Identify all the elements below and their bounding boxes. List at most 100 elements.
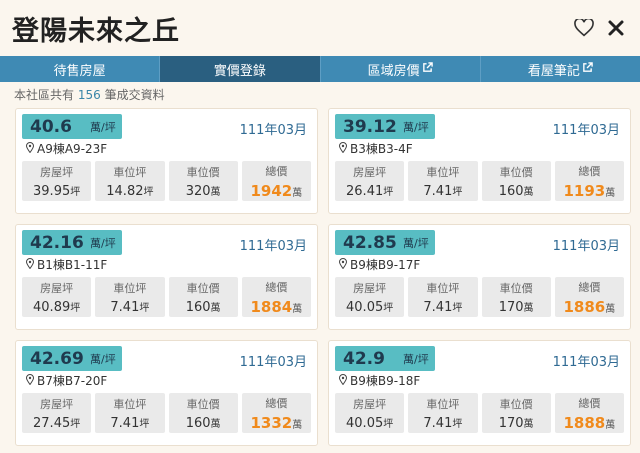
stat-label: 車位價 xyxy=(186,281,220,295)
stat-total-price: 總價 1886萬 xyxy=(554,277,624,317)
stat-value: 39.95坪 xyxy=(33,183,80,199)
heart-icon[interactable] xyxy=(572,16,596,40)
transaction-card[interactable]: 39.12 萬/坪 111年03月 B3棟B3-4F 房屋坪 26.41坪 車位… xyxy=(328,108,631,214)
unit-label: 萬 xyxy=(210,186,221,198)
location-text: B9棟B9-18F xyxy=(350,374,421,388)
total-price-value: 1884 xyxy=(250,297,293,316)
total-price-value: 1942 xyxy=(250,181,293,200)
stats-row: 房屋坪 40.05坪 車位坪 7.41坪 車位價 170萬 總價 1886萬 xyxy=(335,277,624,317)
price-row: 42.9 萬/坪 111年03月 xyxy=(335,346,624,371)
total-price-value: 1886 xyxy=(563,297,606,316)
house-area-value: 40.05 xyxy=(346,415,384,431)
transaction-card[interactable]: 42.9 萬/坪 111年03月 B9棟B9-18F 房屋坪 40.05坪 車位… xyxy=(328,340,631,446)
location-pin-icon xyxy=(338,257,348,272)
stat-value: 170萬 xyxy=(499,415,534,431)
parking-area-value: 7.41 xyxy=(423,415,453,431)
parking-area-value: 7.41 xyxy=(423,183,453,199)
unit-price-tag: 42.69 萬/坪 xyxy=(22,346,122,371)
stat-label: 總價 xyxy=(578,396,601,410)
unit-location: B7棟B7-20F xyxy=(22,373,311,388)
unit-label: 萬 xyxy=(210,302,221,314)
location-pin-icon xyxy=(25,373,35,388)
stat-parking-area: 車位坪 7.41坪 xyxy=(408,277,478,317)
unit-label: 萬 xyxy=(292,419,303,431)
stat-value: 7.41坪 xyxy=(423,415,462,431)
tab-for-sale[interactable]: 待售房屋 xyxy=(0,56,161,82)
stat-label: 總價 xyxy=(578,164,601,178)
page-header: 登陽未來之丘 xyxy=(0,0,640,56)
transaction-date: 111年03月 xyxy=(552,355,620,370)
transaction-list: 40.6 萬/坪 111年03月 A9棟A9-23F 房屋坪 39.95坪 車位… xyxy=(0,102,640,446)
parking-area-value: 7.41 xyxy=(423,299,453,315)
stat-value: 7.41坪 xyxy=(423,183,462,199)
location-text: A9棟A9-23F xyxy=(37,142,108,156)
transaction-card[interactable]: 42.85 萬/坪 111年03月 B9棟B9-17F 房屋坪 40.05坪 車… xyxy=(328,224,631,330)
location-pin-icon xyxy=(25,141,35,156)
price-row: 42.69 萬/坪 111年03月 xyxy=(22,346,311,371)
parking-area-value: 7.41 xyxy=(110,415,140,431)
total-price-value: 1332 xyxy=(250,413,293,432)
stat-house-area: 房屋坪 39.95坪 xyxy=(22,161,92,201)
stat-label: 房屋坪 xyxy=(40,397,74,411)
stat-value: 26.41坪 xyxy=(346,183,393,199)
stats-row: 房屋坪 40.05坪 車位坪 7.41坪 車位價 170萬 總價 1888萬 xyxy=(335,393,624,433)
stat-value: 1884萬 xyxy=(251,298,303,316)
stat-parking-price: 車位價 160萬 xyxy=(168,277,238,317)
unit-price-unit: 萬/坪 xyxy=(90,120,116,134)
close-icon[interactable] xyxy=(604,16,628,40)
stat-label: 車位坪 xyxy=(426,165,460,179)
unit-price-value: 42.16 xyxy=(30,232,84,253)
transaction-card[interactable]: 40.6 萬/坪 111年03月 A9棟A9-23F 房屋坪 39.95坪 車位… xyxy=(15,108,318,214)
unit-price-value: 42.69 xyxy=(30,348,84,369)
unit-label: 坪 xyxy=(139,302,150,314)
price-row: 40.6 萬/坪 111年03月 xyxy=(22,114,311,139)
unit-location: B3棟B3-4F xyxy=(335,141,624,156)
stat-label: 總價 xyxy=(265,164,288,178)
unit-label: 坪 xyxy=(383,302,394,314)
unit-price-tag: 39.12 萬/坪 xyxy=(335,114,435,139)
stat-value: 160萬 xyxy=(186,299,221,315)
transaction-card[interactable]: 42.69 萬/坪 111年03月 B7棟B7-20F 房屋坪 27.45坪 車… xyxy=(15,340,318,446)
unit-label: 萬 xyxy=(523,302,534,314)
unit-location: B9棟B9-18F xyxy=(335,373,624,388)
tab-area-price[interactable]: 區域房價 xyxy=(321,56,481,82)
stat-label: 總價 xyxy=(265,280,288,294)
unit-label: 萬 xyxy=(523,418,534,430)
unit-price-value: 42.85 xyxy=(343,232,397,253)
stat-value: 7.41坪 xyxy=(110,299,149,315)
stat-label: 車位坪 xyxy=(426,397,460,411)
house-area-value: 27.45 xyxy=(33,415,71,431)
stat-total-price: 總價 1884萬 xyxy=(241,277,311,317)
stat-house-area: 房屋坪 40.89坪 xyxy=(22,277,92,317)
stat-label: 車位價 xyxy=(499,397,533,411)
stat-value: 27.45坪 xyxy=(33,415,80,431)
unit-location: A9棟A9-23F xyxy=(22,141,311,156)
unit-label: 坪 xyxy=(139,418,150,430)
unit-label: 萬 xyxy=(210,418,221,430)
tab-label: 待售房屋 xyxy=(53,63,106,79)
price-row: 42.16 萬/坪 111年03月 xyxy=(22,230,311,255)
stat-value: 7.41坪 xyxy=(423,299,462,315)
unit-label: 坪 xyxy=(70,186,81,198)
price-row: 39.12 萬/坪 111年03月 xyxy=(335,114,624,139)
unit-label: 坪 xyxy=(143,186,154,198)
transaction-date: 111年03月 xyxy=(552,123,620,138)
tab-actual-price[interactable]: 實價登錄 xyxy=(160,56,321,82)
unit-price-tag: 42.85 萬/坪 xyxy=(335,230,435,255)
stat-label: 車位價 xyxy=(186,397,220,411)
house-area-value: 40.05 xyxy=(346,299,384,315)
stat-label: 車位坪 xyxy=(113,281,147,295)
stat-value: 160萬 xyxy=(499,183,534,199)
stat-value: 170萬 xyxy=(499,299,534,315)
stat-parking-price: 車位價 160萬 xyxy=(481,161,551,201)
total-price-value: 1193 xyxy=(563,181,606,200)
parking-price-value: 170 xyxy=(498,415,524,431)
transaction-card[interactable]: 42.16 萬/坪 111年03月 B1棟B1-11F 房屋坪 40.89坪 車… xyxy=(15,224,318,330)
transaction-count: 156 xyxy=(77,88,101,102)
stat-parking-price: 車位價 160萬 xyxy=(168,393,238,433)
unit-label: 萬 xyxy=(605,187,616,199)
tab-label: 實價登錄 xyxy=(213,63,266,79)
transaction-summary: 本社區共有 156 筆成交資料 xyxy=(0,82,640,102)
tab-viewing-notes[interactable]: 看屋筆記 xyxy=(481,56,640,82)
unit-price-tag: 42.16 萬/坪 xyxy=(22,230,122,255)
